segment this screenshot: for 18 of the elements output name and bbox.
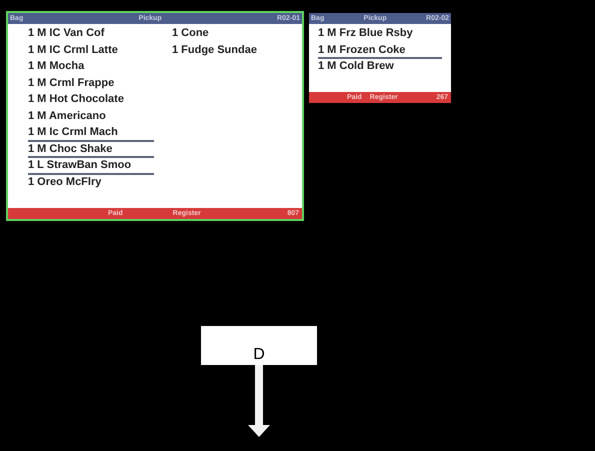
- order-item: 1 M Ic Crml Mach: [28, 125, 154, 142]
- order-item: 1 M Choc Shake: [28, 142, 154, 158]
- callout-box: D: [201, 326, 317, 365]
- order-item: 1 M Hot Chocolate: [28, 92, 125, 107]
- down-arrow-icon: [248, 365, 270, 437]
- order-item: 1 Fudge Sundae: [172, 42, 257, 58]
- order-item: 1 L StrawBan Smoo: [28, 158, 154, 174]
- order-item: 1 Cone: [172, 26, 210, 41]
- order-item: 1 M Frz Blue Rsby: [318, 26, 414, 41]
- order-item: 1 M IC Van Cof: [28, 26, 106, 41]
- order-item: 1 M Cold Brew: [318, 59, 395, 74]
- order-item: 1 Oreo McFlry: [28, 174, 102, 190]
- order-item: 1 M IC Crml Latte: [28, 42, 119, 58]
- order-item: 1 M Mocha: [28, 59, 86, 74]
- order-item: 1 M Frozen Coke: [318, 42, 442, 59]
- order-item: 1 M Crml Frappe: [28, 76, 116, 90]
- order-ticket[interactable]: [6, 11, 304, 221]
- order-item: 1 M Americano: [28, 108, 107, 124]
